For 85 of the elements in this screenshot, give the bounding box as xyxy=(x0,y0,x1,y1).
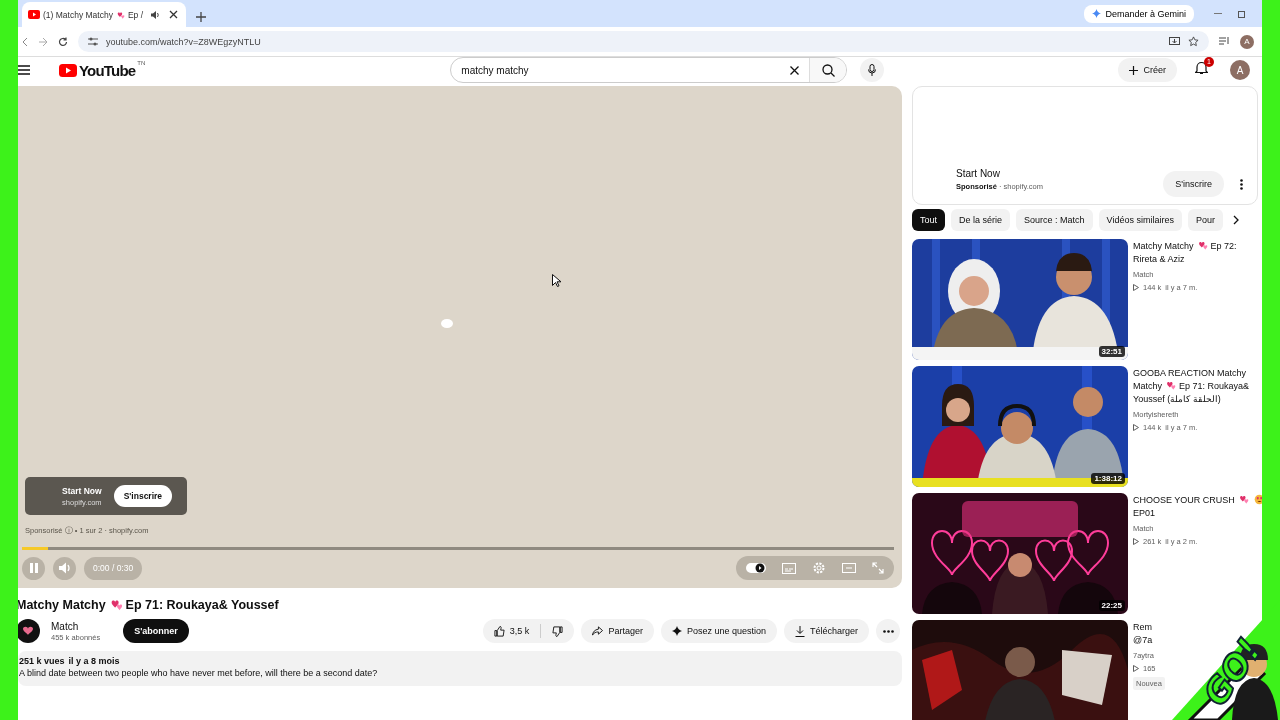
youtube-logo-icon[interactable] xyxy=(59,63,77,77)
gemini-button[interactable]: Demander à Gemini xyxy=(1084,4,1194,23)
sparkle-icon xyxy=(671,626,682,636)
video-title: CHOOSE YOUR CRUSH xyxy=(1133,495,1235,505)
video-title: Ep 71: Roukaya& xyxy=(1179,381,1250,391)
smiley-icon xyxy=(1253,494,1262,505)
filter-chip[interactable]: Tout xyxy=(912,209,945,231)
browser-tab[interactable]: (1) Matchy Matchy Ep / xyxy=(22,2,186,27)
profile-avatar[interactable]: A xyxy=(1240,34,1254,49)
address-field[interactable]: youtube.com/watch?v=Z8WEgzyNTLU xyxy=(106,36,261,47)
video-title: Ep 72: xyxy=(1210,241,1237,251)
description-box[interactable]: 251 k vues il y a 8 mois A blind date between two people who have never met before, will there be a second date? xyxy=(18,651,902,686)
loading-icon xyxy=(441,319,453,328)
time-display: 0:00 / 0:30 xyxy=(84,556,143,580)
filter-chip[interactable]: Vidéos similaires xyxy=(1098,209,1182,231)
ad-title: Start Now xyxy=(62,485,102,496)
video-title: Matchy Matchy xyxy=(1133,241,1194,251)
play-icon xyxy=(1133,538,1139,545)
notifications-icon[interactable] xyxy=(1195,61,1208,75)
autoplay-toggle[interactable] xyxy=(746,563,766,573)
view-count: 251 k vues xyxy=(19,656,65,666)
hearts-icon xyxy=(1165,380,1176,391)
tab-title: Ep / xyxy=(127,9,144,20)
play-icon xyxy=(1133,424,1139,431)
video-duration: 22:25 xyxy=(1098,600,1125,611)
create-button[interactable]: Créer xyxy=(1118,58,1177,82)
share-button[interactable]: Partager xyxy=(581,619,654,643)
microphone-icon[interactable] xyxy=(868,64,877,76)
more-icon[interactable] xyxy=(1240,179,1243,190)
back-icon[interactable] xyxy=(22,36,28,47)
menu-icon[interactable] xyxy=(18,65,30,75)
thumbs-up-icon xyxy=(493,625,505,637)
subscribe-button[interactable]: S'inscrire xyxy=(1163,171,1224,197)
video-duration: 32:51 xyxy=(1098,346,1125,357)
hearts-icon xyxy=(1237,494,1249,505)
install-icon[interactable] xyxy=(1169,36,1180,47)
close-icon[interactable] xyxy=(169,10,179,19)
subscribe-button[interactable]: S'abonner xyxy=(123,619,189,643)
subscribe-button[interactable]: S'inscrire xyxy=(113,485,173,507)
play-icon xyxy=(1133,665,1139,672)
filter-chip[interactable]: Source : Match xyxy=(1016,209,1093,231)
filter-chip[interactable]: Pour xyxy=(1187,209,1223,231)
account-avatar[interactable]: A xyxy=(1230,60,1250,80)
video-title: Ep 71: Roukaya& Youssef xyxy=(125,598,279,612)
channel-name[interactable]: Match xyxy=(51,620,101,632)
ad-title: Start Now xyxy=(956,168,1001,179)
video-title: Rem xyxy=(1133,622,1152,632)
hearts-icon xyxy=(115,10,125,20)
download-button[interactable]: Télécharger xyxy=(783,619,869,643)
clear-icon[interactable] xyxy=(790,65,800,75)
video-title: Matchy xyxy=(1133,381,1162,391)
search-icon[interactable] xyxy=(821,63,835,77)
download-icon xyxy=(794,625,805,637)
upload-age: il y a 8 mois xyxy=(68,656,120,666)
tab-title: (1) Matchy Matchy xyxy=(43,9,113,20)
media-icon[interactable] xyxy=(1219,37,1230,46)
sparkle-icon xyxy=(1092,9,1102,18)
more-icon[interactable] xyxy=(876,619,900,643)
video-title: GOOBA REACTION Matchy xyxy=(1133,368,1247,378)
reload-icon[interactable] xyxy=(58,36,68,47)
restore-icon[interactable] xyxy=(1238,9,1246,18)
speaker-icon xyxy=(57,561,72,575)
filter-chip[interactable]: De la série xyxy=(951,209,1011,231)
speaker-icon[interactable] xyxy=(150,9,161,20)
channel-avatar[interactable] xyxy=(18,619,40,643)
youtube-icon xyxy=(28,10,40,19)
play-icon xyxy=(1133,284,1139,291)
thumbs-down-icon xyxy=(552,625,564,637)
share-icon xyxy=(592,626,604,636)
video-title: Rireta & Aziz xyxy=(1133,254,1185,264)
chevron-right-icon[interactable] xyxy=(1232,215,1239,225)
description-text: A blind date between two people who have never met before, will there be a second date? xyxy=(19,668,379,678)
minimize-icon[interactable] xyxy=(1214,12,1222,15)
youtube-logo[interactable]: YouTube xyxy=(79,61,136,79)
cursor-icon xyxy=(552,274,561,287)
video-title: Youssef (الحلقة كاملة) xyxy=(1133,394,1221,404)
plus-icon xyxy=(1129,65,1139,75)
video-title: @7a xyxy=(1133,635,1153,645)
video-duration: 1:38:12 xyxy=(1091,473,1125,484)
video-title: EP01 xyxy=(1133,508,1156,518)
hearts-icon xyxy=(1196,240,1208,251)
site-settings-icon[interactable] xyxy=(88,37,98,46)
new-tab-icon[interactable] xyxy=(196,12,206,22)
ask-button[interactable]: Posez une question xyxy=(660,619,777,643)
star-icon[interactable] xyxy=(1188,36,1199,47)
